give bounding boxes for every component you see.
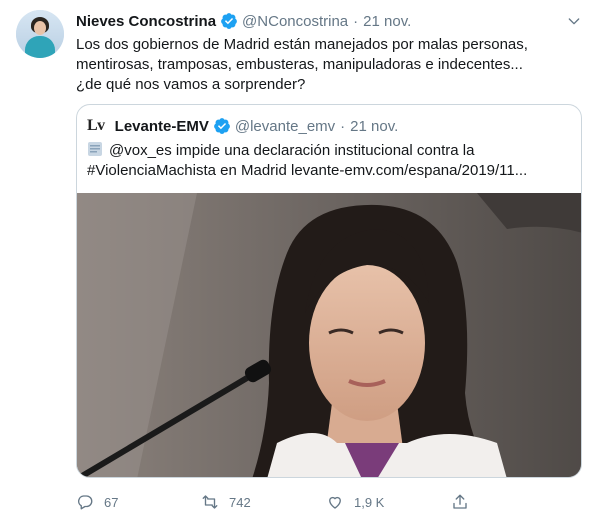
verified-badge-icon	[213, 118, 230, 134]
separator-dot: ·	[353, 12, 359, 30]
tweet[interactable]: Nieves Concostrina @NConcostrina · 21 no…	[0, 0, 595, 521]
author-handle[interactable]: @NConcostrina	[242, 13, 348, 30]
verified-badge-icon	[221, 13, 237, 29]
avatar[interactable]	[16, 10, 64, 58]
quoted-tweet-date: 21 nov.	[350, 117, 399, 135]
chevron-down-icon[interactable]	[566, 13, 582, 29]
share-button[interactable]	[451, 493, 479, 511]
like-count: 1,9 K	[354, 494, 385, 510]
retweet-button[interactable]: 742	[201, 493, 251, 511]
quoted-author-handle: @levante_emv	[234, 117, 336, 135]
quoted-tweet-header: Lv Levante-EMV @levante_emv · 21 nov.	[87, 116, 398, 136]
author-name[interactable]: Nieves Concostrina	[76, 13, 216, 30]
reply-count: 67	[104, 494, 119, 510]
tweet-actions: 67 742 1,9 K	[76, 493, 576, 513]
quoted-tweet-photo[interactable]	[77, 193, 581, 477]
quoted-tweet[interactable]: Lv Levante-EMV @levante_emv · 21 nov. @v…	[76, 104, 582, 478]
tweet-date[interactable]: 21 nov.	[363, 13, 411, 30]
tweet-text: Los dos gobiernos de Madrid están maneja…	[76, 36, 528, 93]
separator-dot: ·	[340, 117, 346, 135]
document-icon	[88, 142, 102, 156]
like-button[interactable]: 1,9 K	[326, 493, 384, 511]
tweet-header: Nieves Concostrina @NConcostrina · 21 no…	[76, 11, 411, 31]
retweet-icon	[202, 495, 218, 509]
quoted-author-name: Levante-EMV	[114, 117, 209, 135]
reply-button[interactable]: 67	[76, 493, 118, 511]
share-icon	[453, 494, 467, 509]
photo-illustration	[77, 193, 581, 477]
quoted-author-logo: Lv	[87, 117, 105, 134]
quoted-tweet-body: @vox_es impide una declaración instituci…	[87, 142, 528, 179]
retweet-count: 742	[229, 494, 251, 510]
quoted-tweet-text: @vox_es impide una declaración instituci…	[87, 141, 567, 181]
reply-icon	[78, 495, 93, 510]
heart-icon	[329, 496, 341, 509]
